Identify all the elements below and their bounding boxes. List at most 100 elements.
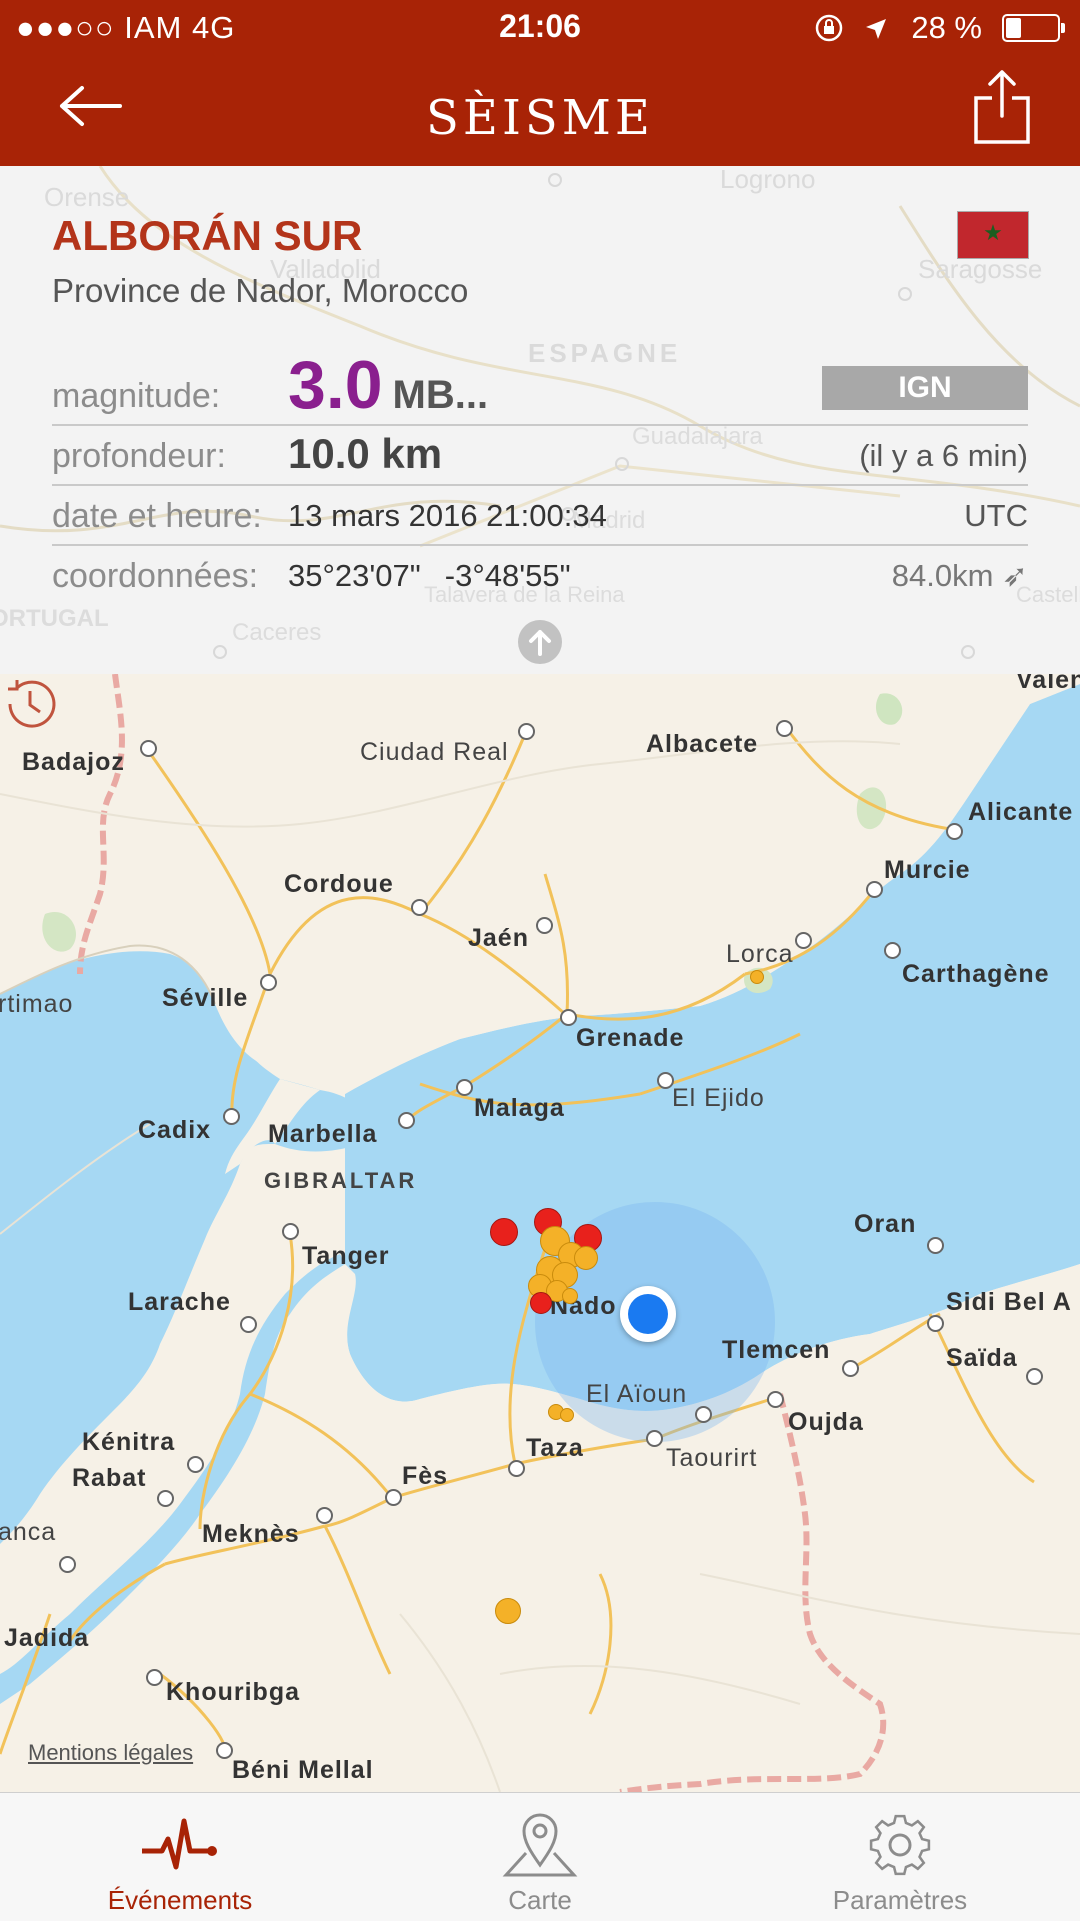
page-title: SÈISME [426,90,654,146]
city-dot [767,1391,784,1408]
ghost-label-orense: Orense [44,182,129,212]
gear-icon [869,1814,931,1876]
map-label-larache: Larache [128,1288,231,1316]
earthquake-marker[interactable] [490,1218,518,1246]
city-dot [518,723,535,740]
map-label-alicante: Alicante [968,798,1074,826]
map-label-albacete: Albacete [646,730,759,758]
city-dot [795,932,812,949]
city-dot [240,1316,257,1333]
expand-panel-button[interactable] [518,620,562,664]
earthquake-map[interactable]: Badajoz Ciudad Real Albacete Valenci Ali… [0,674,1080,1792]
pulse-icon [142,1818,217,1870]
map-label-murcie: Murcie [884,856,971,884]
source-badge[interactable]: IGN [822,366,1028,410]
tab-settings-label: Paramètres [832,1885,968,1915]
earthquake-marker[interactable] [560,1408,574,1422]
map-pin-icon [502,1813,578,1877]
coordinates-label: coordonnées: [52,557,259,595]
morocco-flag-icon: ★ [958,212,1028,258]
earthquake-marker[interactable] [495,1598,521,1624]
location-arrow-icon [865,19,886,39]
city-dot [884,942,901,959]
rotation-lock-icon [815,14,843,42]
city-dot [282,1223,299,1240]
city-dot [695,1406,712,1423]
earthquake-marker[interactable] [574,1246,598,1270]
city-dot [260,974,277,991]
magnitude-row: magnitude: 3.0 MB... IGN [52,347,1028,426]
city-dot [536,917,553,934]
earthquake-marker[interactable] [562,1288,578,1304]
map-label-marbella: Marbella [268,1120,378,1148]
city-dot [508,1460,525,1477]
tab-map[interactable]: Carte [360,1793,720,1921]
magnitude-label: magnitude: [52,377,221,415]
city-dot [560,1009,577,1026]
city-dot [146,1669,163,1686]
tab-events-label: Événements [107,1885,253,1915]
event-details-panel: Orense Logrono Valladolid Saragosse ESPA… [0,166,1080,675]
city-dot [866,881,883,898]
share-button[interactable] [972,68,1032,146]
legal-notices-link[interactable]: Mentions légales [28,1740,193,1766]
map-label-ciudad-real: Ciudad Real [360,738,509,766]
longitude: -3°48'55" [444,558,571,593]
latitude: 35°23'07" [288,558,421,593]
map-label-badajoz: Badajoz [22,748,125,776]
datetime-label: date et heure: [52,497,262,535]
map-label-lorca: Lorca [726,940,794,968]
coordinates-row: coordonnées: 35°23'07" -3°48'55" 84.0km ➶ [52,544,1028,604]
map-label-gibraltar: GIBRALTAR [264,1168,418,1193]
datetime-value: 13 mars 2016 21:00:34 [288,498,607,533]
map-label-cordoue: Cordoue [284,870,394,898]
map-label-beni-mellal: Béni Mellal [232,1756,374,1784]
battery-icon [1002,14,1065,42]
history-icon[interactable] [0,674,60,734]
city-dot [946,823,963,840]
map-label-el-ejido: El Ejido [672,1084,765,1112]
coordinates-value: 35°23'07" -3°48'55" [288,558,571,594]
timezone: UTC [964,498,1028,533]
map-label-seville: Séville [162,984,249,1012]
city-dot [59,1556,76,1573]
map-label-oujda: Oujda [788,1408,864,1436]
city-dot [927,1237,944,1254]
map-label-valencia: Valenci [1016,674,1080,694]
tab-events[interactable]: Événements [0,1793,360,1921]
map-label-meknes: Meknès [202,1520,300,1548]
map-label-casablanca: anca [0,1518,57,1546]
city-dot [776,720,793,737]
map-label-jaen: Jaén [468,924,529,952]
arrow-up-icon [529,630,551,656]
tab-settings[interactable]: Paramètres [720,1793,1080,1921]
ghost-label-portugal: ORTUGAL [0,605,109,632]
city-dot [385,1489,402,1506]
magnitude-value-group: 3.0 MB... [288,346,488,424]
ghost-label-logrono: Logrono [720,166,815,194]
map-label-portimao: rtimao [0,990,74,1018]
map-label-taza: Taza [526,1434,584,1462]
city-dot [398,1112,415,1129]
map-label-carthagene: Carthagène [902,960,1050,988]
city-dot [646,1430,663,1447]
map-label-saida: Saïda [946,1344,1018,1372]
map-label-tlemcen: Tlemcen [722,1336,831,1364]
distance: 84.0km ➶ [891,558,1028,593]
city-dot [927,1315,944,1332]
map-label-malaga: Malaga [474,1094,565,1122]
city-dot [316,1507,333,1524]
earthquake-marker[interactable] [530,1292,552,1314]
map-label-grenade: Grenade [576,1024,685,1052]
status-bar: ●●●○○ IAM 4G 21:06 28 % [0,0,1080,54]
magnitude-unit: MB... [392,373,489,417]
city-dot [140,740,157,757]
ghost-label-saragosse: Saragosse [918,254,1042,284]
ghost-label-caceres: Caceres [232,619,321,646]
battery-percent: 28 % [814,10,982,46]
map-label-sidi-bel-abbes: Sidi Bel A [946,1288,1072,1316]
city-dot [411,899,428,916]
map-label-cadix: Cadix [138,1116,212,1144]
earthquake-marker[interactable] [750,970,764,984]
event-region: Province de Nador, Morocco [52,272,469,309]
